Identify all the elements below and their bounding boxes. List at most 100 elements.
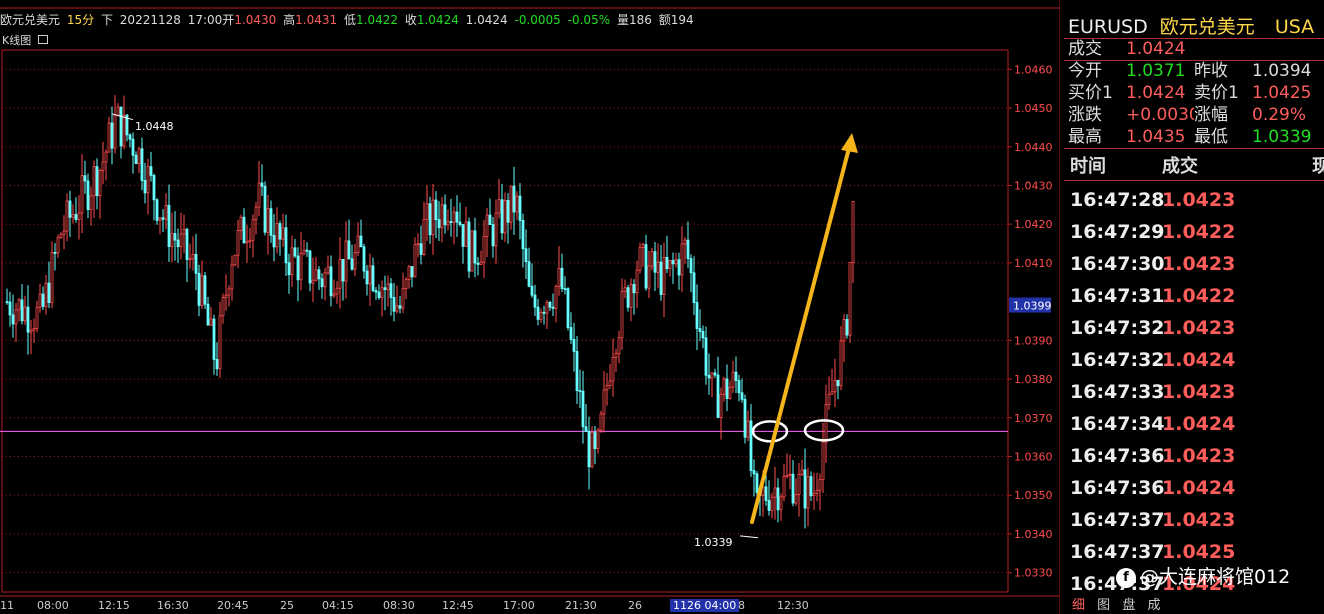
candle-up <box>413 244 417 278</box>
direction-label: 下 <box>100 13 113 27</box>
candle-up <box>248 239 252 242</box>
candle-up <box>266 208 270 233</box>
candle-down <box>752 470 756 475</box>
time-tick: 8 <box>738 599 745 612</box>
high-value: 1.0431 <box>295 13 338 27</box>
candle-up <box>224 294 228 299</box>
open-label: 开 <box>222 13 235 27</box>
tick-row: 16:47:361.0423 <box>1070 440 1235 472</box>
candle-down <box>212 318 216 360</box>
candle-up <box>842 319 846 342</box>
candle-down <box>512 185 516 213</box>
trend-arrow <box>750 146 851 524</box>
candle-down <box>803 469 807 509</box>
oval-marker <box>803 419 845 442</box>
candle-up <box>554 285 558 309</box>
time-tick: 26 <box>628 599 642 612</box>
candle-down <box>572 339 576 352</box>
candle-up <box>629 284 633 308</box>
low-label: 低 <box>343 13 356 27</box>
price-tick-label: 1.0370 <box>1014 412 1053 425</box>
divider <box>1064 148 1324 149</box>
candle-down <box>371 265 375 291</box>
candle-down <box>467 221 471 272</box>
tab-trades[interactable]: 成 <box>1147 598 1160 613</box>
candle-up <box>650 251 654 267</box>
candle-up <box>14 309 18 325</box>
candle-down <box>551 306 555 309</box>
window-icon[interactable] <box>37 35 48 44</box>
candle-down <box>734 371 738 381</box>
candle-up <box>188 258 192 261</box>
candle-up <box>731 371 735 388</box>
candle-down <box>644 244 648 289</box>
candle-up <box>233 254 237 266</box>
candle-down <box>548 301 552 308</box>
quote-label: 涨跌 <box>1068 105 1102 125</box>
tick-price: 1.0423 <box>1162 317 1236 339</box>
candle-up <box>638 247 642 271</box>
candle-down <box>665 256 669 270</box>
kline-chart[interactable]: 1.0460 1.0450 1.0440 1.0430 1.0420 1.0410 1.03… <box>0 0 1060 614</box>
candle-up <box>107 122 111 153</box>
tab-detail[interactable]: 细 <box>1072 598 1085 613</box>
candle-down <box>410 266 414 278</box>
tick-time: 16:47:36 <box>1070 445 1165 467</box>
info-bar: 欧元兑美元 15分 下 20221128 17:00开1.0430 高1.043… <box>0 9 1060 31</box>
tick-time: 16:47:36 <box>1070 477 1165 499</box>
tab-chart[interactable]: 图 <box>1097 598 1110 613</box>
candle-down <box>95 166 99 197</box>
candle-down <box>197 272 201 306</box>
candle-down <box>461 224 465 247</box>
candle-down <box>764 486 768 501</box>
candle-up <box>116 106 120 116</box>
candle-down <box>119 106 123 147</box>
candle-down <box>293 247 297 257</box>
candle-down <box>194 253 198 274</box>
tick-time: 16:47:34 <box>1070 413 1165 435</box>
candle-up <box>281 227 285 240</box>
tick-time: 16:47:32 <box>1070 317 1165 339</box>
candle-down <box>365 270 369 285</box>
candle-up <box>368 265 372 285</box>
candle-down <box>203 275 207 305</box>
candle-up <box>89 195 93 211</box>
tick-time: 16:47:30 <box>1070 253 1165 275</box>
candle-up <box>497 199 501 214</box>
time-tick: 12:15 <box>98 599 130 612</box>
candle-up <box>545 301 549 314</box>
candle-down <box>308 250 312 284</box>
candle-down <box>707 374 711 379</box>
quote-name: 欧元兑美元 <box>1159 16 1255 38</box>
candle-down <box>536 306 540 320</box>
divider <box>1064 180 1324 181</box>
candle-up <box>851 201 855 263</box>
candle-up <box>326 266 330 274</box>
candle-up <box>848 262 852 336</box>
quote-value: 1.0339 <box>1252 127 1312 147</box>
quote-row-bidask: 买价1 1.0424 卖价1 1.0425 <box>1068 82 1311 104</box>
symbol-name[interactable]: 欧元兑美元 <box>0 13 60 27</box>
candle-up <box>104 151 108 163</box>
candle-down <box>392 297 396 312</box>
candle-up <box>602 389 606 415</box>
tab-book[interactable]: 盘 <box>1122 598 1135 613</box>
change-pct-value: -0.05% <box>567 13 611 27</box>
tick-row: 16:47:301.0423 <box>1070 248 1235 280</box>
candle-down <box>455 211 459 223</box>
candle-up <box>599 413 603 431</box>
kline-tab[interactable]: K线图 <box>2 32 48 48</box>
time-tick: 25 <box>280 599 294 612</box>
candle-down <box>149 166 153 176</box>
candle-down <box>527 261 531 287</box>
candle-up <box>218 315 222 370</box>
period-label[interactable]: 15分 <box>67 13 94 27</box>
tick-list[interactable]: 16:47:281.0423 16:47:291.0422 16:47:301.… <box>1070 184 1235 600</box>
candle-down <box>329 266 333 297</box>
candle-down <box>776 487 780 511</box>
price-tick-label: 1.0440 <box>1014 141 1053 154</box>
candle-up <box>23 306 27 322</box>
tick-time: 16:47:33 <box>1070 381 1165 403</box>
candle-up <box>137 148 141 165</box>
crosshair-time-tag: 1126 04:00 <box>670 599 740 612</box>
